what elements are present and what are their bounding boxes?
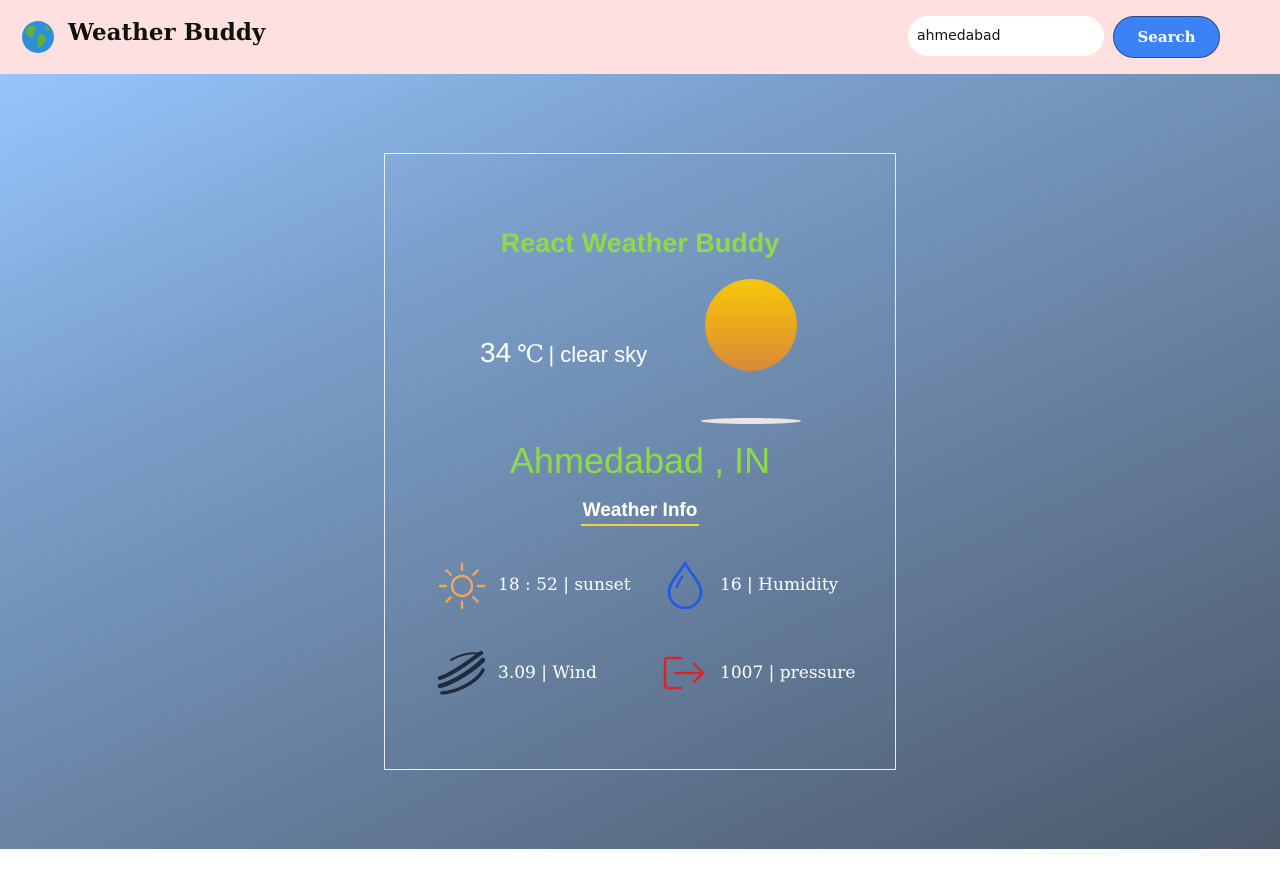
brand-title: Weather Buddy [68, 19, 266, 46]
search-input[interactable] [908, 16, 1104, 56]
page-footer-area [0, 849, 1280, 881]
weather-condition: | clear sky [548, 342, 648, 367]
pressure-icon [663, 656, 705, 690]
temperature-value: 34 [480, 337, 512, 368]
wind-stat: 3.09 | Wind [498, 663, 597, 683]
navbar: Weather Buddy Search [0, 0, 1280, 74]
sun-icon [705, 279, 797, 371]
sunset-icon [438, 562, 486, 610]
weather-card: React Weather Buddy 34 ℃ | clear sky Ahme… [384, 153, 896, 770]
card-title: React Weather Buddy [500, 228, 780, 258]
globe-icon [22, 21, 54, 53]
humidity-stat: 16 | Humidity [720, 575, 839, 595]
water-drop-icon [667, 561, 703, 610]
weather-info-heading: Weather Info [581, 500, 699, 526]
city-name: Ahmedabad , IN [509, 440, 771, 481]
temperature-line: 34 ℃ | clear sky [480, 337, 647, 369]
pressure-stat: 1007 | pressure [720, 663, 856, 683]
sun-shadow [701, 418, 801, 424]
wind-icon [437, 651, 486, 695]
search-button[interactable]: Search [1113, 16, 1220, 58]
temperature-unit: ℃ [517, 340, 545, 368]
sunset-stat: 18 : 52 | sunset [498, 575, 631, 595]
